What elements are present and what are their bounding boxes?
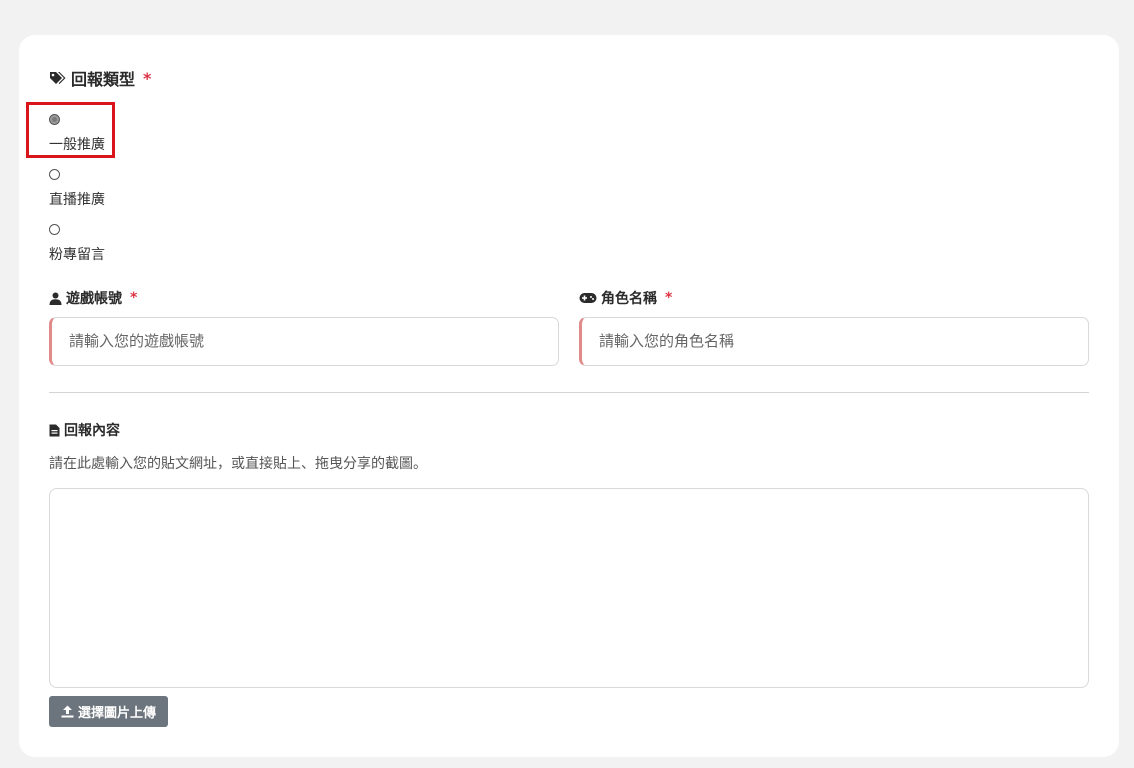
- character-label: 角色名稱 *: [579, 288, 672, 308]
- upload-icon: [61, 705, 74, 718]
- report-content-title: 回報內容: [49, 420, 120, 440]
- report-content-description: 請在此處輸入您的貼文網址，或直接貼上、拖曳分享的截圖。: [49, 456, 427, 472]
- report-type-title: 回報類型 *: [49, 66, 151, 90]
- radio-label-livestream[interactable]: 直播推廣: [49, 189, 105, 209]
- report-type-label: 回報類型: [71, 70, 136, 89]
- required-mark: *: [143, 68, 152, 88]
- upload-button-label: 選擇圖片上傳: [77, 706, 156, 721]
- report-content-label: 回報內容: [64, 423, 120, 439]
- gamepad-icon: [579, 292, 597, 304]
- radio-option-livestream[interactable]: 直播推廣: [49, 169, 249, 224]
- report-form-card: 回報類型 * 一般推廣 直播推廣 粉專留言 遊戲帳號 * 請輸入您的遊戲帳號 角…: [19, 35, 1119, 757]
- account-label-text: 遊戲帳號: [66, 291, 122, 307]
- character-name-input[interactable]: 請輸入您的角色名稱: [579, 317, 1089, 366]
- selection-highlight-box: [26, 102, 115, 158]
- game-account-input[interactable]: 請輸入您的遊戲帳號: [49, 317, 559, 366]
- report-content-textarea[interactable]: [49, 488, 1089, 688]
- required-mark: *: [665, 290, 673, 306]
- radio-option-fanpage[interactable]: 粉專留言: [49, 224, 249, 279]
- account-label: 遊戲帳號 *: [49, 288, 137, 308]
- file-icon: [49, 424, 60, 437]
- radio-label-fanpage[interactable]: 粉專留言: [49, 244, 105, 264]
- radio-button-fanpage[interactable]: [49, 224, 60, 235]
- required-mark: *: [130, 290, 138, 306]
- user-icon: [49, 292, 62, 305]
- radio-button-livestream[interactable]: [49, 169, 60, 180]
- upload-image-button[interactable]: 選擇圖片上傳: [49, 696, 168, 727]
- tags-icon: [49, 71, 67, 85]
- divider: [49, 392, 1089, 393]
- character-label-text: 角色名稱: [601, 291, 657, 307]
